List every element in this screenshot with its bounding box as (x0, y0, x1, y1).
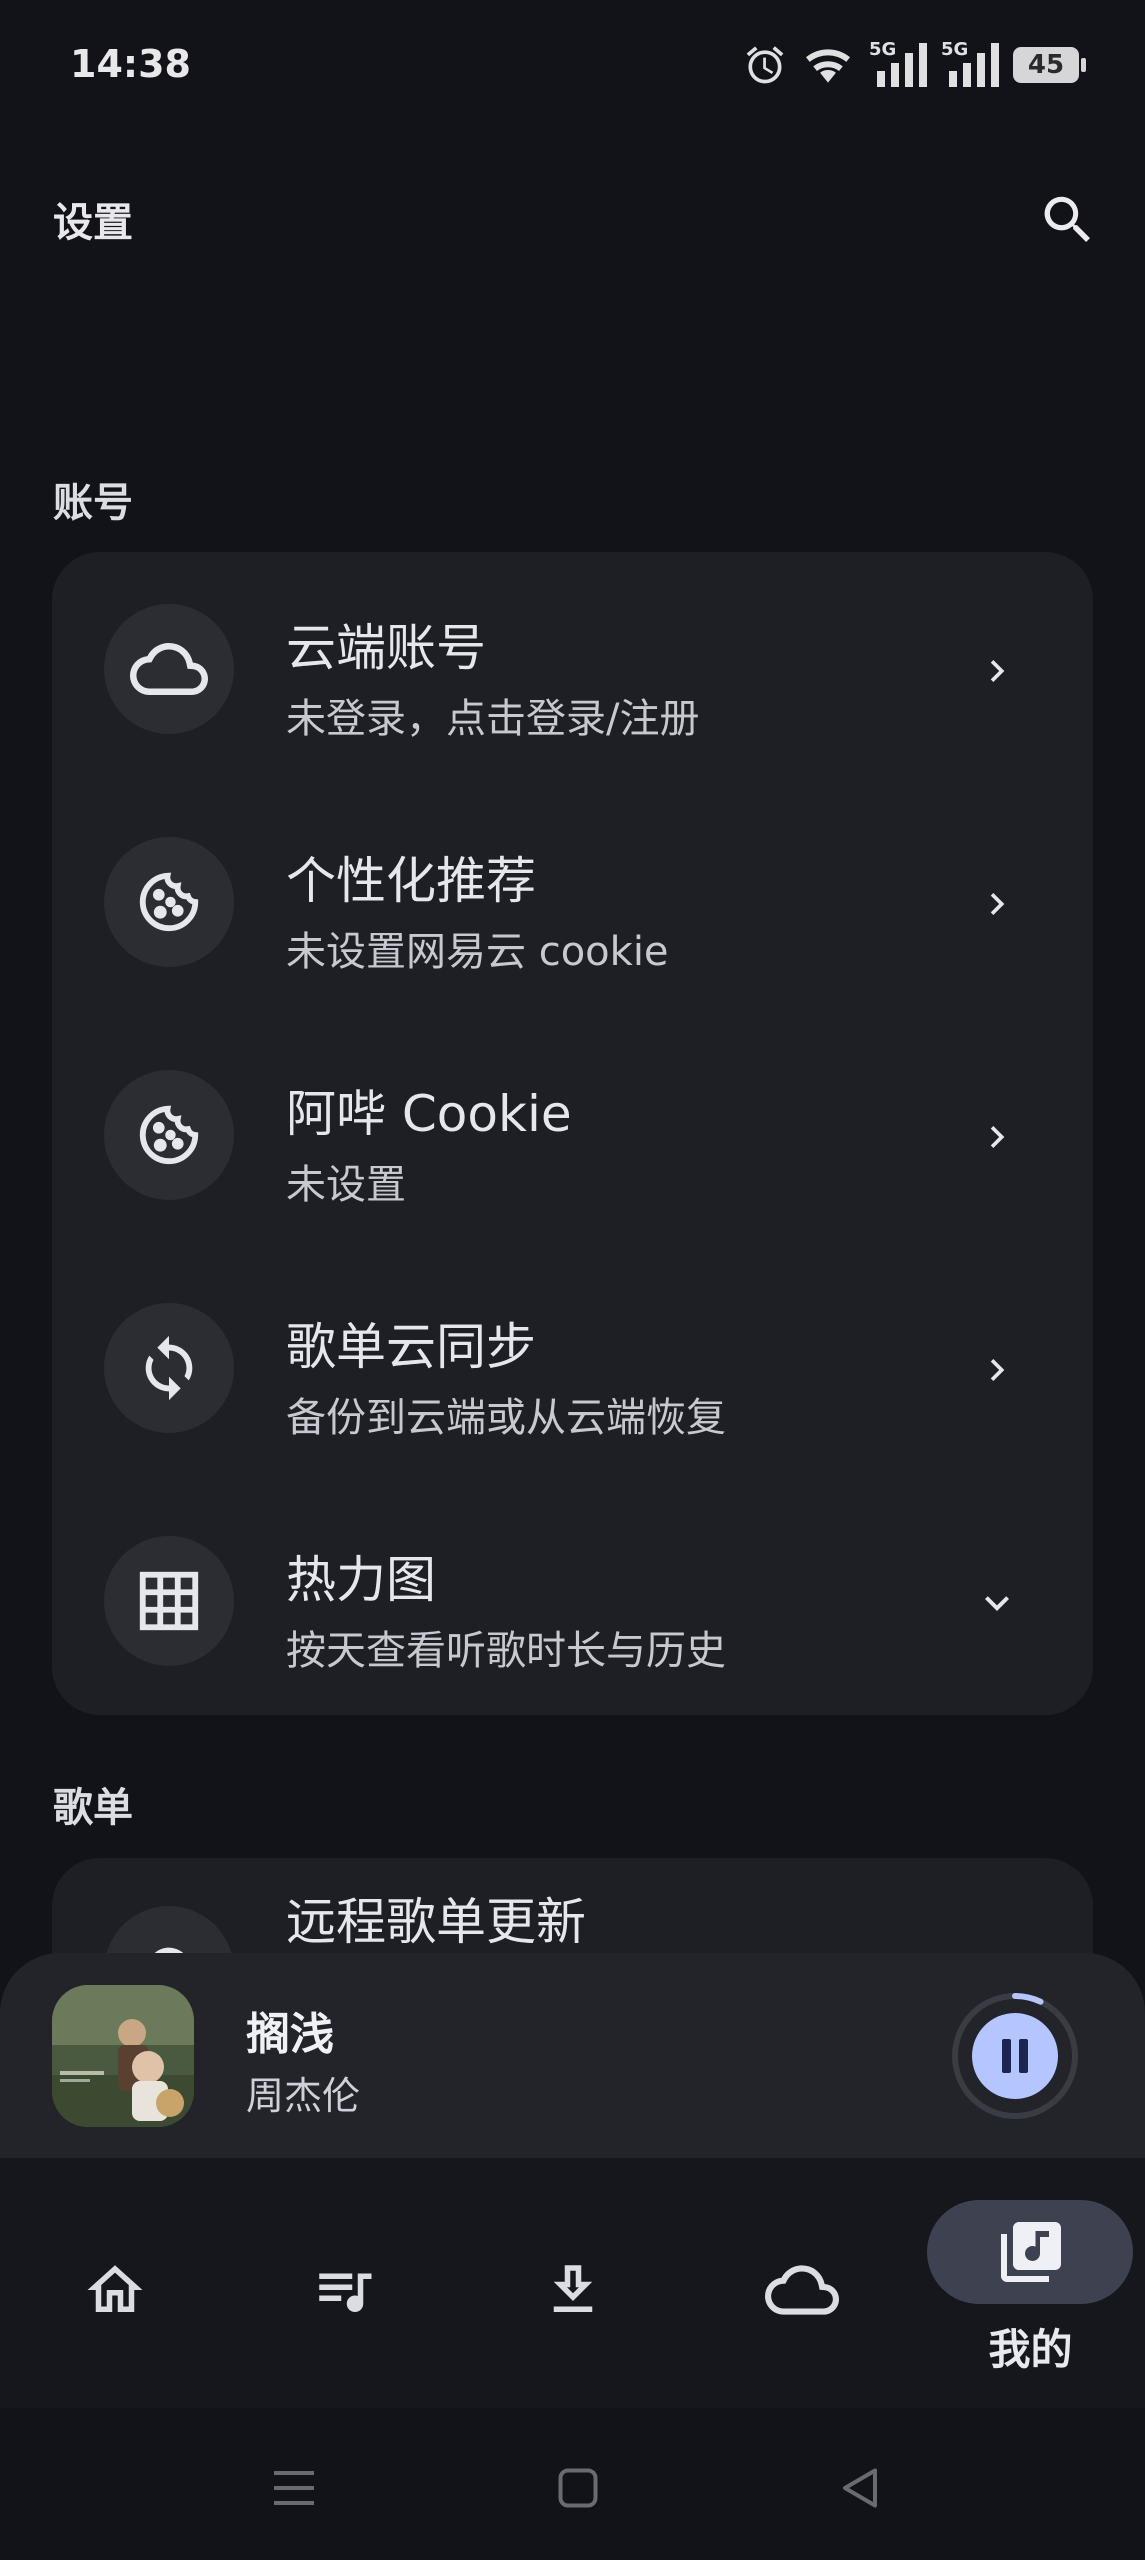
setting-title: 热力图 (286, 1551, 436, 1609)
setting-abi-cookie[interactable]: 阿哔 Cookie 未设置 (52, 1018, 1093, 1251)
setting-subtitle: 未设置网易云 cookie (286, 929, 669, 975)
cellular-signal-2: 5G (941, 39, 999, 87)
account-settings-card: 云端账号 未登录，点击登录/注册 个性化推荐 未设置网易云 cookie 阿哔 … (52, 552, 1093, 1715)
setting-subtitle: 按天查看听歌时长与历史 (286, 1628, 726, 1674)
setting-playlist-cloud-sync[interactable]: 歌单云同步 备份到云端或从云端恢复 (52, 1251, 1093, 1484)
section-header-playlist: 歌单 (53, 1785, 133, 1831)
signal-bars-icon (877, 43, 927, 87)
cookie-icon (139, 1105, 199, 1165)
status-icons: 5G 5G 45 (743, 39, 1086, 90)
back-button[interactable] (830, 2458, 890, 2518)
chevron-right-icon (962, 636, 1032, 706)
chevron-down-icon (962, 1568, 1032, 1638)
signal-bars-icon (949, 43, 999, 87)
system-navigation-bar (0, 2408, 1145, 2560)
setting-title: 歌单云同步 (286, 1318, 536, 1376)
icon-container (104, 837, 234, 967)
battery-icon: 45 (1013, 47, 1086, 83)
section-header-account: 账号 (53, 480, 133, 526)
setting-title: 远程歌单更新 (286, 1893, 586, 1951)
search-icon (1044, 196, 1090, 242)
home-icon (75, 2250, 155, 2330)
mini-player[interactable]: 搁浅 周杰伦 (0, 1953, 1145, 2158)
icon-container (104, 604, 234, 734)
setting-subtitle: 未登录，点击登录/注册 (286, 696, 700, 742)
menu-button[interactable] (264, 2458, 324, 2518)
page-title: 设置 (53, 200, 133, 246)
sync-icon (145, 1335, 193, 1401)
alarm-icon (746, 46, 784, 84)
setting-title: 阿哔 Cookie (286, 1085, 572, 1143)
icon-container (104, 1536, 234, 1666)
setting-heatmap[interactable]: 热力图 按天查看听歌时长与历史 (52, 1484, 1093, 1717)
pause-button[interactable] (950, 1991, 1080, 2121)
song-artist: 周杰伦 (246, 2074, 361, 2118)
nav-downloads[interactable] (458, 2158, 687, 2408)
bottom-navigation: 我的 (0, 2158, 1145, 2408)
nav-home[interactable] (0, 2158, 229, 2408)
wifi-icon (806, 49, 850, 83)
grid-icon (139, 1571, 199, 1631)
setting-personalized-recommendation[interactable]: 个性化推荐 未设置网易云 cookie (52, 785, 1093, 1018)
chevron-right-icon (962, 1102, 1032, 1172)
song-title: 搁浅 (246, 2009, 334, 2060)
cellular-signal-1: 5G (869, 39, 927, 87)
setting-subtitle: 未设置 (286, 1162, 406, 1208)
nav-label-mine: 我的 (988, 2325, 1073, 2374)
playlist-icon (304, 2250, 384, 2330)
album-art (52, 1985, 194, 2127)
nav-mine[interactable]: 我的 (916, 2158, 1145, 2408)
setting-subtitle: 备份到云端或从云端恢复 (286, 1395, 726, 1441)
search-button[interactable] (1030, 182, 1106, 258)
menu-icon (274, 2471, 314, 2505)
nav-cloud[interactable] (687, 2158, 916, 2408)
download-icon (533, 2250, 613, 2330)
home-button[interactable] (548, 2458, 608, 2518)
icon-container (104, 1303, 234, 1433)
battery-level: 45 (1027, 50, 1065, 80)
icon-container (104, 1070, 234, 1200)
setting-title: 云端账号 (286, 619, 486, 677)
back-triangle-icon (843, 2468, 877, 2508)
cookie-icon (139, 872, 199, 932)
setting-title: 个性化推荐 (286, 852, 536, 910)
status-time: 14:38 (70, 42, 191, 86)
chevron-right-icon (962, 1335, 1032, 1405)
cloud-icon (762, 2250, 842, 2330)
chevron-right-icon (962, 869, 1032, 939)
nav-playlists[interactable] (229, 2158, 458, 2408)
cloud-icon (130, 643, 208, 695)
square-icon (558, 2468, 598, 2508)
setting-cloud-account[interactable]: 云端账号 未登录，点击登录/注册 (52, 552, 1093, 785)
library-music-icon (991, 2212, 1071, 2292)
